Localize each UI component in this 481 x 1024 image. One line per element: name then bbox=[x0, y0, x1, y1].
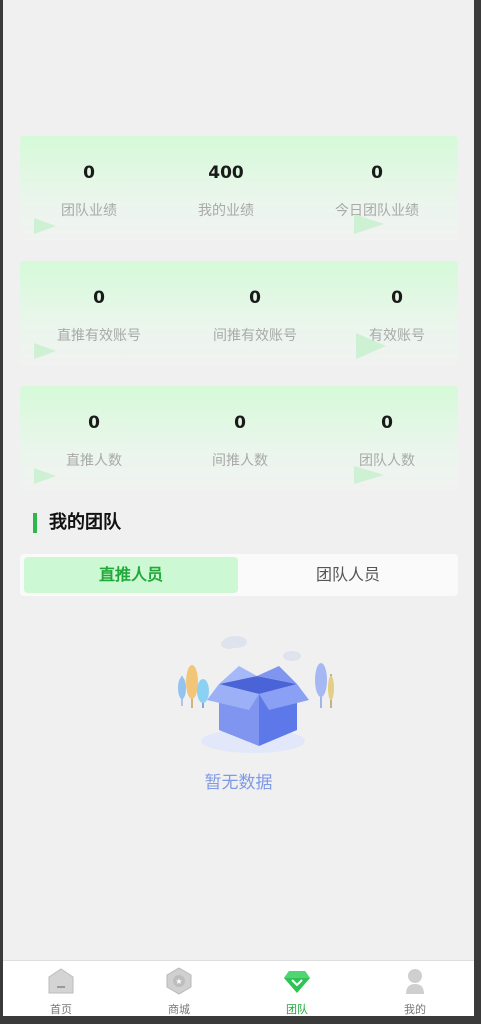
decor-triangle bbox=[34, 468, 56, 484]
team-icon bbox=[284, 971, 310, 993]
stat-value: 0 bbox=[371, 163, 383, 183]
stat-value: 0 bbox=[249, 288, 261, 308]
my-team-title: 我的团队 bbox=[33, 513, 121, 533]
stat-indirect-count[interactable]: 0 间推人数 bbox=[212, 412, 268, 470]
stat-indirect-valid-accounts[interactable]: 0 间推有效账号 bbox=[213, 287, 297, 345]
decor-triangle bbox=[354, 466, 384, 484]
stat-label: 团队业绩 bbox=[61, 203, 117, 219]
nav-team[interactable]: 团队 bbox=[257, 967, 337, 1016]
decor-triangle bbox=[34, 343, 56, 359]
stat-label: 我的业绩 bbox=[198, 203, 254, 219]
nav-label: 商城 bbox=[168, 1003, 190, 1016]
profile-icon bbox=[406, 969, 424, 994]
stat-value: 400 bbox=[208, 163, 244, 183]
app-screen: 0 团队业绩 400 我的业绩 0 今日团队业绩 0 直推有效账号 0 间推有效… bbox=[3, 0, 474, 1016]
team-tabs: 直推人员 团队人员 bbox=[20, 554, 458, 596]
tab-team-members[interactable]: 团队人员 bbox=[242, 557, 454, 593]
stat-label: 间推有效账号 bbox=[213, 328, 297, 344]
stat-today-team-performance[interactable]: 0 今日团队业绩 bbox=[335, 162, 419, 220]
stat-value: 0 bbox=[381, 413, 393, 433]
stat-value: 0 bbox=[83, 163, 95, 183]
shop-icon: ★ bbox=[166, 967, 192, 995]
stat-direct-valid-accounts[interactable]: 0 直推有效账号 bbox=[57, 287, 141, 345]
nav-label: 我的 bbox=[404, 1003, 426, 1016]
stat-team-performance[interactable]: 0 团队业绩 bbox=[61, 162, 117, 220]
stat-my-performance[interactable]: 400 我的业绩 bbox=[198, 162, 254, 220]
accounts-card: 0 直推有效账号 0 间推有效账号 0 有效账号 bbox=[20, 261, 458, 365]
home-icon bbox=[48, 968, 74, 994]
empty-state-text: 暂无数据 bbox=[204, 773, 273, 793]
stat-value: 0 bbox=[93, 288, 105, 308]
nav-profile[interactable]: 我的 bbox=[375, 967, 455, 1016]
stat-value: 0 bbox=[234, 413, 246, 433]
empty-box-illustration bbox=[178, 636, 334, 753]
decor-triangle bbox=[354, 214, 384, 234]
nav-label: 团队 bbox=[286, 1003, 308, 1016]
tab-direct-members[interactable]: 直推人员 bbox=[24, 557, 238, 593]
stat-team-count[interactable]: 0 团队人数 bbox=[359, 412, 415, 470]
nav-label: 首页 bbox=[50, 1003, 72, 1016]
decor-triangle bbox=[356, 333, 386, 359]
performance-card: 0 团队业绩 400 我的业绩 0 今日团队业绩 bbox=[20, 136, 458, 240]
stat-direct-count[interactable]: 0 直推人数 bbox=[66, 412, 122, 470]
stat-value: 0 bbox=[88, 413, 100, 433]
decor-triangle bbox=[34, 218, 56, 234]
stat-label: 直推有效账号 bbox=[57, 328, 141, 344]
stat-label: 直推人数 bbox=[66, 453, 122, 469]
stat-label: 间推人数 bbox=[212, 453, 268, 469]
nav-home[interactable]: 首页 bbox=[21, 967, 101, 1016]
bottom-nav: 首页 ★ 商城 团队 我的 bbox=[3, 960, 474, 1016]
svg-text:★: ★ bbox=[175, 977, 182, 986]
members-card: 0 直推人数 0 间推人数 0 团队人数 bbox=[20, 386, 458, 490]
nav-shop[interactable]: ★ 商城 bbox=[139, 967, 219, 1016]
stat-value: 0 bbox=[391, 288, 403, 308]
